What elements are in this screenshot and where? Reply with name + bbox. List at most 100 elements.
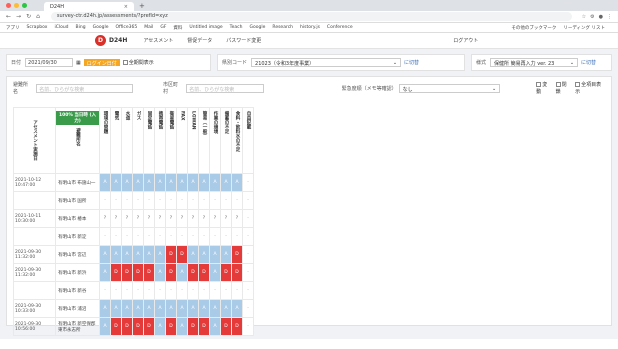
bookmark-item[interactable]: 資料 [173,25,182,31]
status-cell[interactable]: A [99,173,111,192]
status-cell[interactable]: A [99,299,111,318]
status-cell[interactable]: A [154,299,166,318]
pref-switch-button[interactable]: に切替 [404,59,419,66]
profile-icon[interactable]: ● [599,14,603,20]
bookmark-item[interactable]: Research [272,25,293,30]
table-row[interactable]: 有明山市 新谷 - - - - - - - - - - - - - - [13,281,254,300]
status-cell[interactable]: A [132,173,144,192]
item-header[interactable]: 固定電話 [143,107,155,174]
item-header[interactable]: 食料・飲料水の不足 [231,107,243,174]
status-cell[interactable]: - [231,281,243,300]
status-cell[interactable]: - [165,281,177,300]
status-cell[interactable]: - [132,191,144,210]
status-cell[interactable]: D [220,263,232,282]
status-cell[interactable]: - [242,317,254,336]
extension-icon[interactable]: ⚙ [590,14,594,20]
status-cell[interactable]: - [220,191,232,210]
status-cell[interactable]: - [187,227,199,246]
status-cell[interactable]: A [198,173,210,192]
facility-name-cell[interactable]: 有明山市 宮辺 [55,245,100,264]
status-cell[interactable]: ? [165,209,177,228]
status-cell[interactable]: - [121,227,133,246]
status-cell[interactable]: ? [209,209,221,228]
status-cell[interactable]: - [176,227,188,246]
bookmark-item[interactable]: Bing [76,25,86,30]
status-cell[interactable]: D [110,317,122,336]
col-assess-date-header[interactable]: アセスメント実施日 [13,107,56,174]
status-cell[interactable]: A [176,173,188,192]
status-cell[interactable]: - [165,191,177,210]
item-header[interactable]: 作業の環境 [209,107,221,174]
status-cell[interactable]: - [187,191,199,210]
status-cell[interactable]: ? [231,209,243,228]
status-cell[interactable]: A [110,173,122,192]
status-cell[interactable]: D [132,317,144,336]
status-cell[interactable]: - [132,281,144,300]
status-cell[interactable]: - [198,281,210,300]
status-cell[interactable]: A [209,173,221,192]
facility-name-cell[interactable]: 有明山市 新淀 [55,227,100,246]
bookmark-item[interactable]: アプリ [6,25,20,31]
status-cell[interactable]: A [99,317,111,336]
close-window-icon[interactable] [6,3,11,8]
status-cell[interactable]: A [110,245,122,264]
table-row[interactable]: 2021-10-12 10:47:00 有明山市 布施山一 A A A A A A A A A A A A… [13,173,254,192]
status-cell[interactable]: - [121,191,133,210]
facility-name-cell[interactable]: 有明山市 浦沼 [55,299,100,318]
reload-icon[interactable]: ↻ [26,13,31,20]
status-cell[interactable]: D [176,245,188,264]
status-cell[interactable]: - [242,245,254,264]
status-cell[interactable]: - [176,281,188,300]
status-cell[interactable]: D [110,263,122,282]
bookmark-item[interactable]: Google [93,25,109,30]
facility-search-input[interactable]: 名前、ひらがな検索 [36,83,133,93]
status-cell[interactable]: - [231,227,243,246]
menu-icon[interactable]: ⋮ [607,14,612,20]
table-row[interactable]: 2021-09-30 11:32:00 有明山市 宮辺 A A A A A A D D A A A A D - [13,245,254,264]
forward-icon[interactable]: → [16,13,21,20]
status-cell[interactable]: A [154,317,166,336]
status-cell[interactable]: - [242,173,254,192]
status-cell[interactable]: ? [143,209,155,228]
status-cell[interactable]: ? [198,209,210,228]
status-cell[interactable]: A [121,245,133,264]
status-cell[interactable]: - [110,281,122,300]
status-cell[interactable]: ? [121,209,133,228]
sheet-switch-button[interactable]: に切替 [581,59,596,66]
item-header[interactable]: 携帯電話 [154,107,166,174]
option-closed-checkbox[interactable]: 閉鎖 [555,81,571,95]
status-cell[interactable]: A [231,299,243,318]
status-cell[interactable]: - [143,191,155,210]
item-header[interactable]: 電気 [110,107,122,174]
status-cell[interactable]: - [209,227,221,246]
status-cell[interactable]: D [231,317,243,336]
status-cell[interactable]: - [187,281,199,300]
status-cell[interactable]: A [132,299,144,318]
item-header[interactable]: 備蓄の不足 [220,107,232,174]
bookmark-item[interactable]: Mail [144,25,153,30]
status-cell[interactable]: - [110,227,122,246]
status-cell[interactable]: - [231,191,243,210]
item-header[interactable]: 環境の問題 [99,107,111,174]
status-cell[interactable]: ? [187,209,199,228]
bookmark-item[interactable]: Google [250,25,266,30]
status-cell[interactable]: A [209,245,221,264]
bookmark-item[interactable]: リーディング リスト [563,25,605,31]
item-header[interactable]: 簡易（一般） [198,107,210,174]
item-header[interactable]: 衛星電話 [165,107,177,174]
status-cell[interactable]: A [99,245,111,264]
status-cell[interactable]: - [165,227,177,246]
status-cell[interactable]: A [99,263,111,282]
status-cell[interactable]: A [187,245,199,264]
status-cell[interactable]: D [165,245,177,264]
status-cell[interactable]: - [242,263,254,282]
status-cell[interactable]: D [121,263,133,282]
status-cell[interactable]: A [198,299,210,318]
status-cell[interactable]: - [99,191,111,210]
status-cell[interactable]: ? [176,209,188,228]
maximize-window-icon[interactable] [22,3,27,8]
status-cell[interactable]: - [143,281,155,300]
logout-link[interactable]: ログアウト [453,37,478,44]
home-icon[interactable]: ⌂ [36,13,40,20]
status-cell[interactable]: A [187,299,199,318]
